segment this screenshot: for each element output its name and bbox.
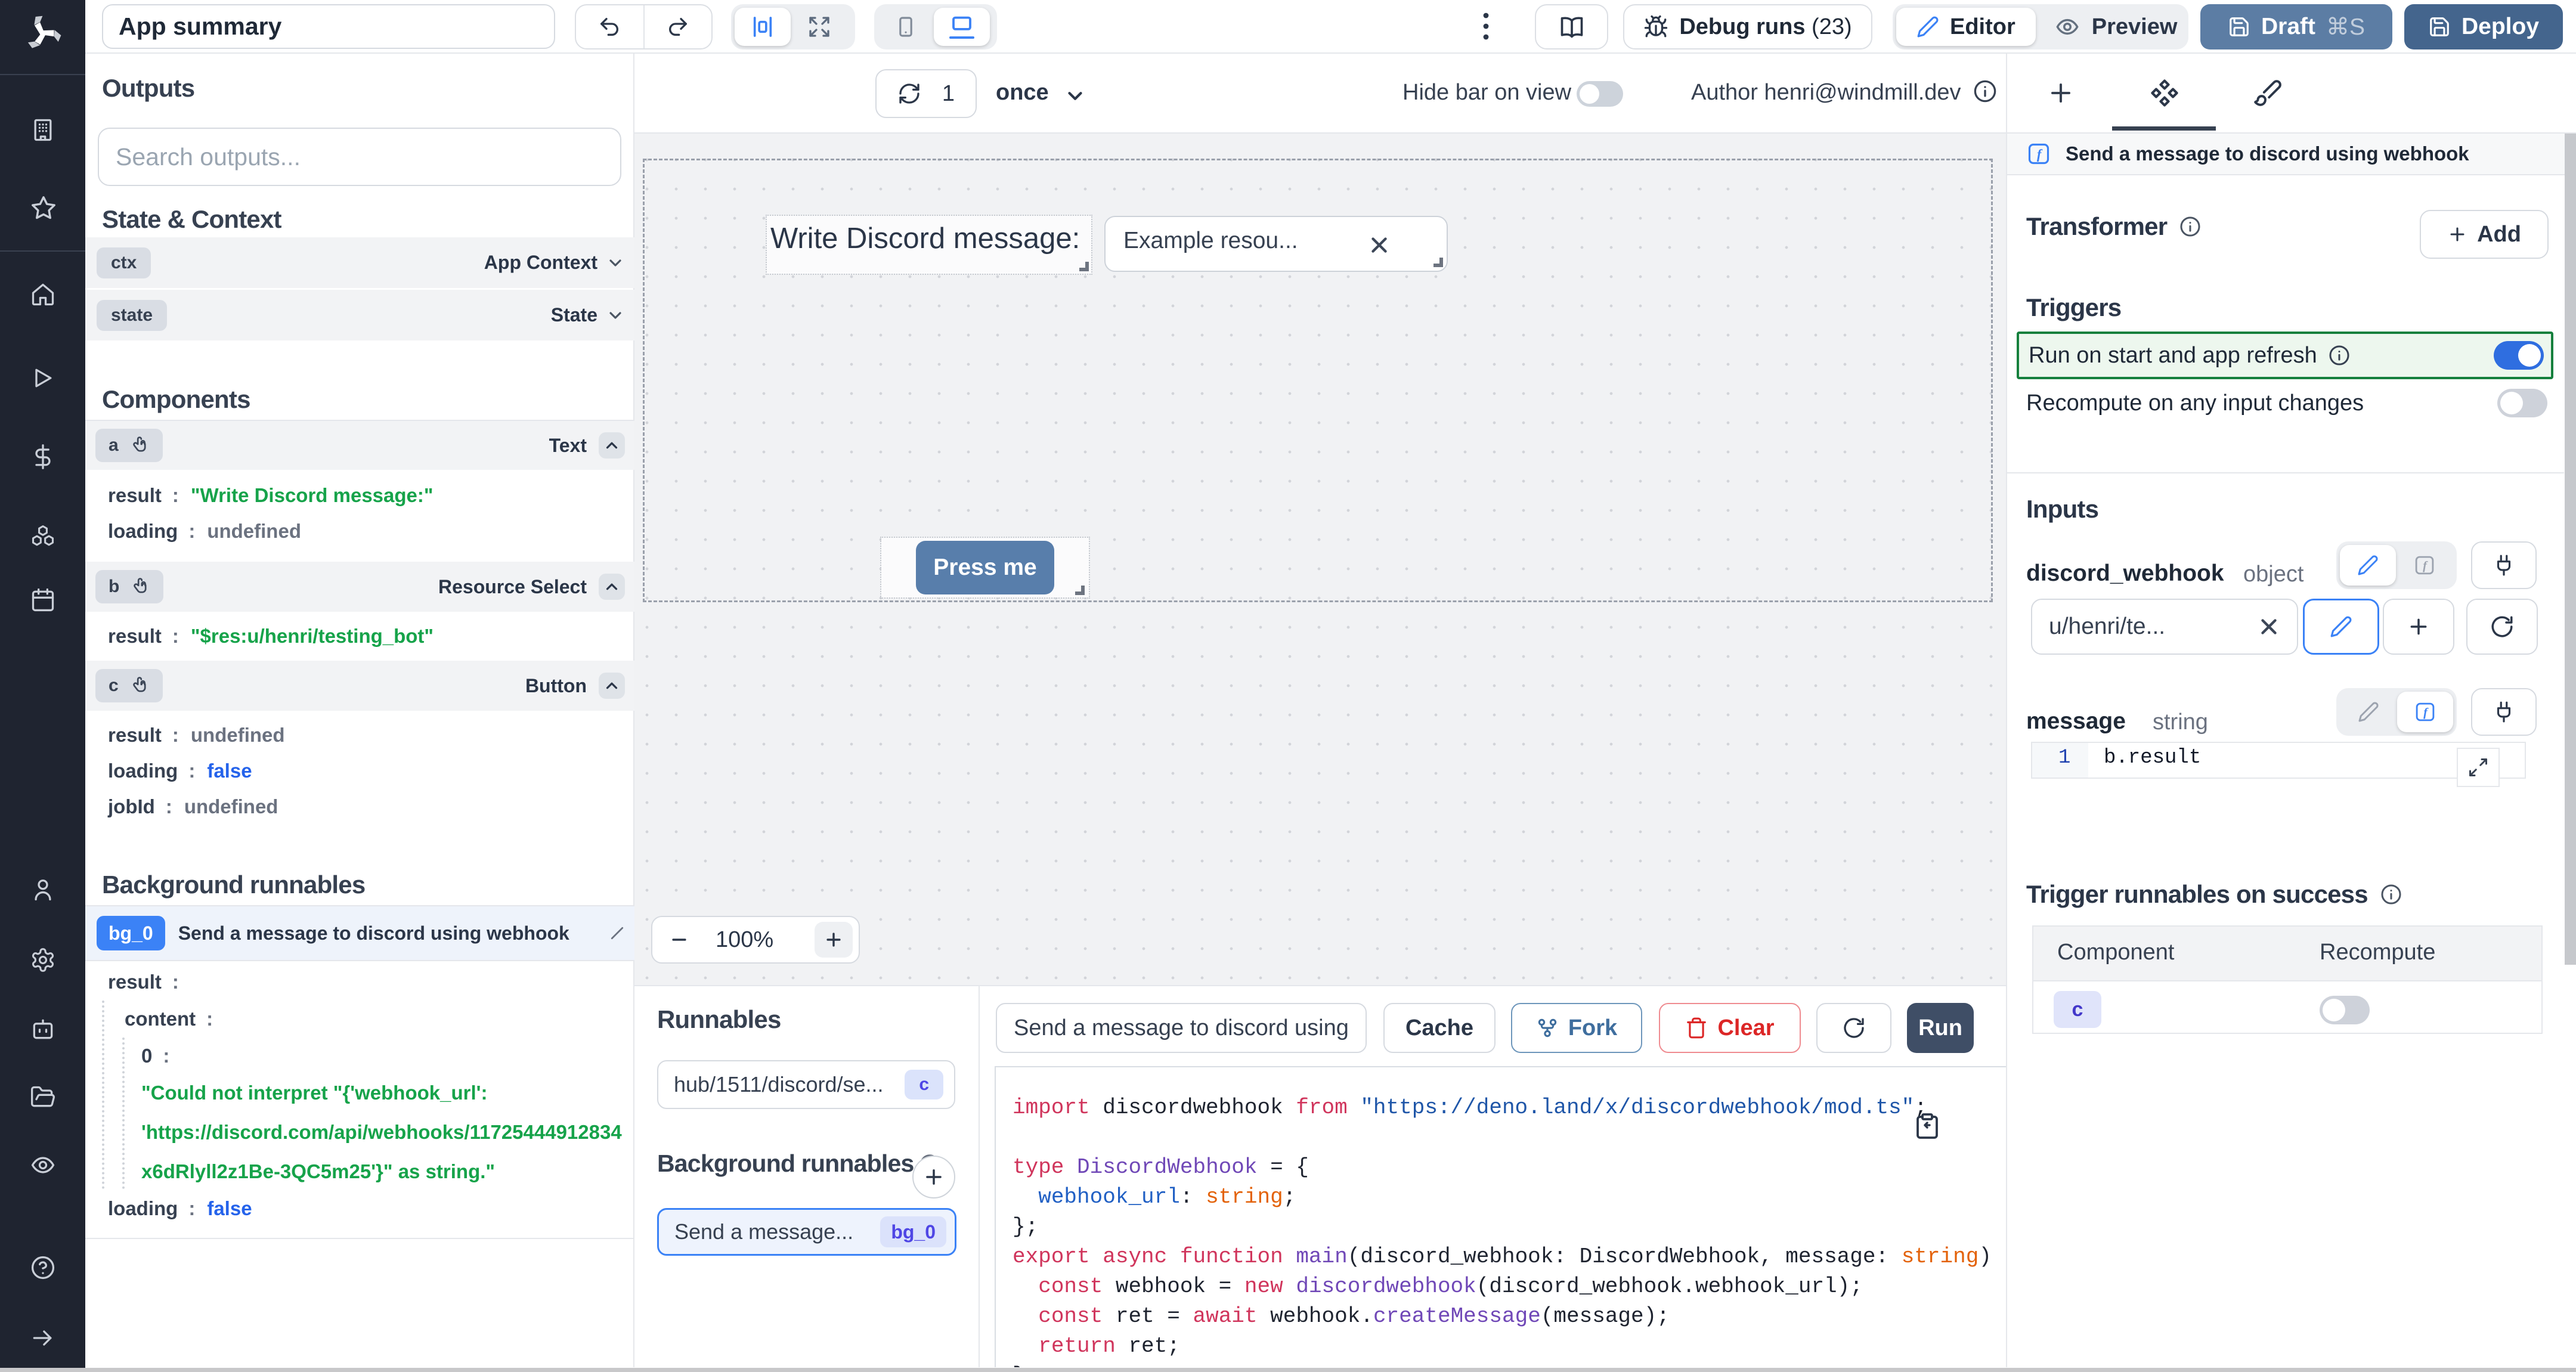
- svg-text:f: f: [2037, 147, 2043, 162]
- svg-text:f: f: [2423, 706, 2429, 719]
- svg-text:f: f: [2423, 559, 2428, 572]
